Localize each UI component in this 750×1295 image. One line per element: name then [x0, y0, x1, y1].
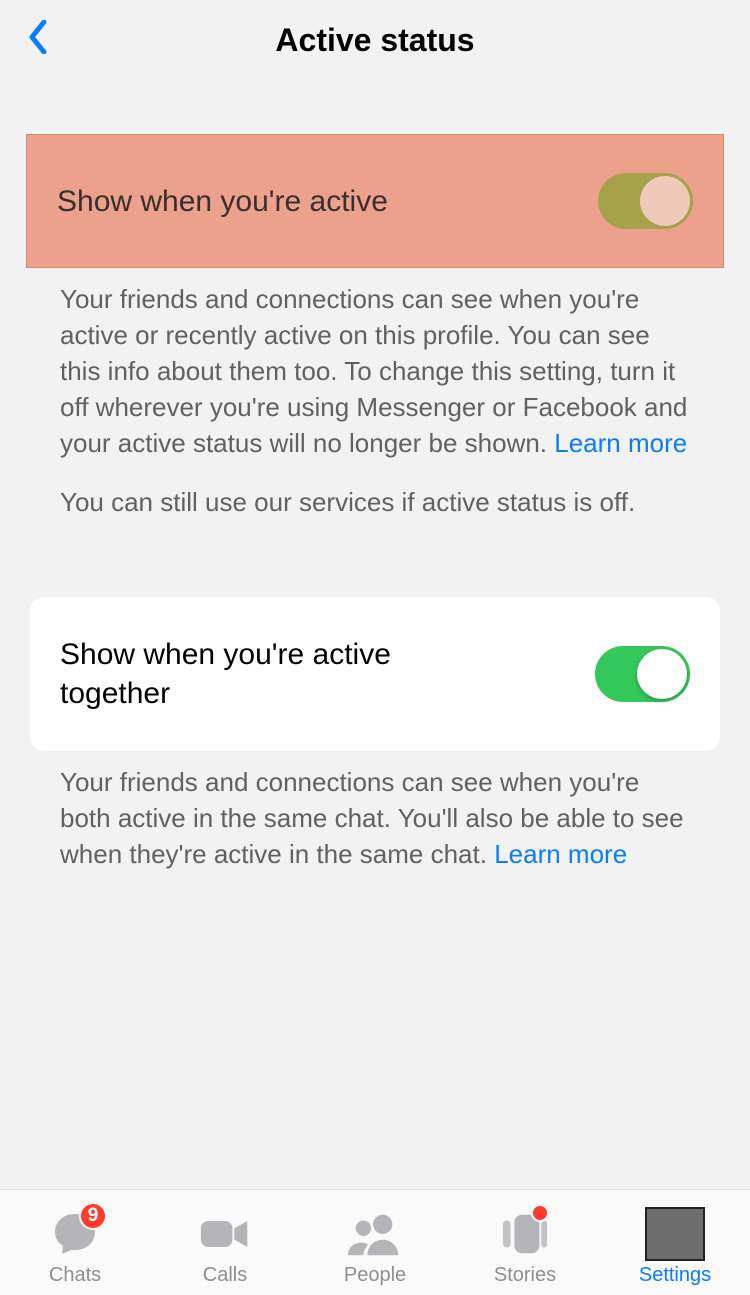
active-together-row: Show when you're active together [30, 597, 720, 751]
tab-chats[interactable]: 9 Chats [5, 1208, 145, 1287]
learn-more-link[interactable]: Learn more [554, 428, 687, 458]
people-icon [345, 1208, 405, 1260]
video-camera-icon [195, 1208, 255, 1260]
header: Active status [0, 0, 750, 80]
show-active-toggle[interactable] [598, 173, 693, 229]
tab-people[interactable]: People [305, 1208, 445, 1287]
show-active-description-2: You can still use our services if active… [0, 461, 750, 521]
active-together-description: Your friends and connections can see whe… [0, 751, 750, 873]
content: Show when you're active Your friends and… [0, 80, 750, 1189]
settings-avatar-placeholder [645, 1208, 705, 1260]
tab-label: Stories [494, 1264, 556, 1287]
tab-bar: 9 Chats Calls People [0, 1189, 750, 1295]
tab-settings[interactable]: Settings [605, 1208, 745, 1287]
show-active-description: Your friends and connections can see whe… [0, 268, 750, 461]
tab-label: Settings [639, 1264, 711, 1287]
stories-notification-dot [531, 1204, 549, 1222]
tab-label: Chats [49, 1264, 101, 1287]
chats-badge: 9 [79, 1202, 107, 1230]
active-together-toggle[interactable] [595, 646, 690, 702]
show-active-title: Show when you're active [57, 182, 388, 221]
toggle-knob [637, 649, 687, 699]
tab-label: Calls [203, 1264, 247, 1287]
chevron-left-icon [28, 20, 48, 54]
back-button[interactable] [28, 20, 58, 60]
toggle-knob [640, 176, 690, 226]
tab-calls[interactable]: Calls [155, 1208, 295, 1287]
chat-bubble-icon: 9 [45, 1208, 105, 1260]
tab-label: People [344, 1264, 406, 1287]
active-together-title: Show when you're active together [60, 635, 500, 713]
page-title: Active status [275, 22, 474, 59]
tab-stories[interactable]: Stories [455, 1208, 595, 1287]
show-active-row: Show when you're active [26, 134, 724, 268]
stories-icon [495, 1208, 555, 1260]
learn-more-link[interactable]: Learn more [494, 839, 627, 869]
